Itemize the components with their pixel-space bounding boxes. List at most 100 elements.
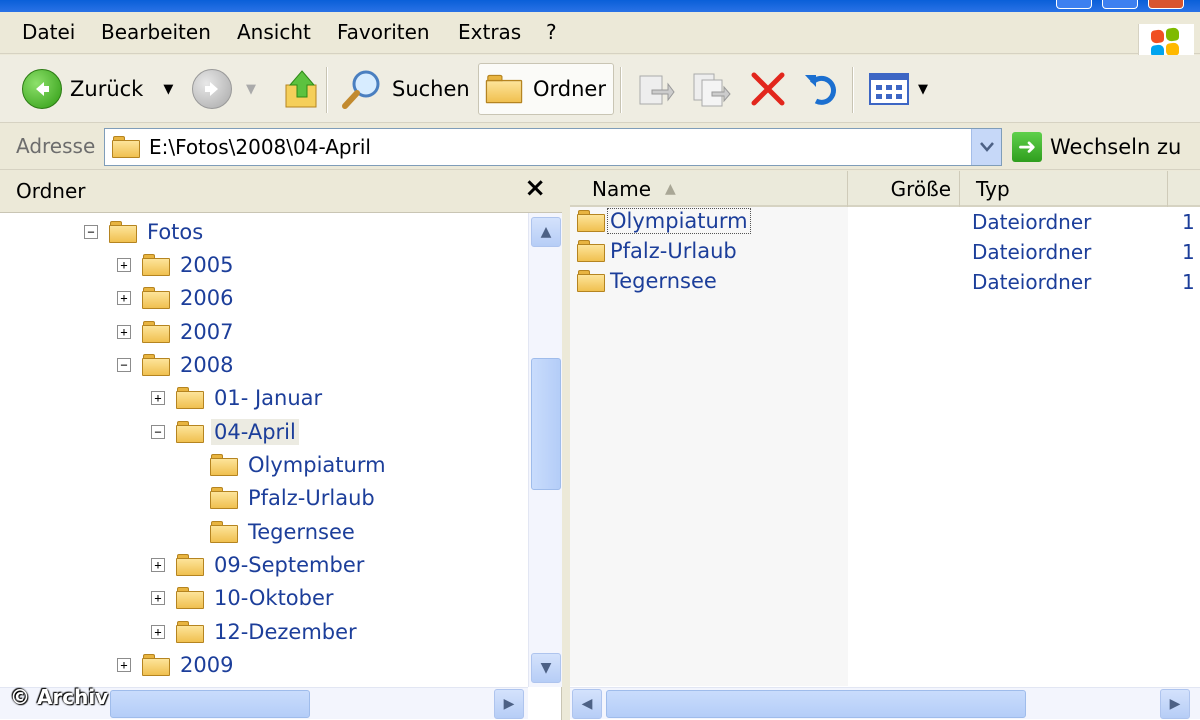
address-bar: Adresse E:\Fotos\2008\04-April ➜ Wechsel…: [0, 124, 1200, 170]
copy-to-icon: [693, 73, 731, 107]
expand-toggle[interactable]: +: [117, 258, 131, 272]
folder-icon: [576, 239, 606, 263]
forward-arrow-icon: [192, 69, 232, 109]
chevron-right-icon: ▶: [1169, 696, 1181, 712]
chevron-up-icon: ▲: [540, 224, 552, 240]
tree-node-2008[interactable]: − 2008: [117, 350, 236, 380]
folder-icon: [141, 653, 171, 677]
scroll-right-button[interactable]: ▶: [1160, 689, 1190, 719]
file-list-pane: Name ▲ Größe Typ Olympiaturm Dateiordner…: [570, 171, 1200, 720]
menu-ansicht[interactable]: Ansicht: [237, 20, 311, 44]
back-dropdown-icon[interactable]: ▼: [163, 82, 173, 97]
folder-icon: [209, 453, 239, 477]
h-scroll-thumb[interactable]: [110, 690, 310, 718]
expand-toggle[interactable]: +: [151, 391, 165, 405]
views-dropdown-icon[interactable]: ▼: [918, 82, 928, 97]
folder-icon: [141, 320, 171, 344]
expand-toggle[interactable]: +: [117, 325, 131, 339]
folder-icon: [175, 553, 205, 577]
scroll-down-button[interactable]: ▼: [531, 653, 561, 683]
close-pane-icon[interactable]: ×: [524, 173, 546, 203]
expand-toggle[interactable]: +: [151, 625, 165, 639]
tree-node-april[interactable]: − 04-April: [151, 417, 299, 447]
window-title-bar: [0, 0, 1200, 12]
search-button[interactable]: Suchen: [334, 63, 476, 115]
menu-bar: Datei Bearbeiten Ansicht Favoriten Extra…: [0, 12, 1200, 66]
copyright-watermark: © Archiv: [10, 685, 109, 709]
tree-node-2005[interactable]: + 2005: [117, 250, 236, 280]
tree-vertical-scrollbar[interactable]: ▲ ▼: [528, 213, 562, 687]
address-dropdown-button[interactable]: [971, 129, 1001, 165]
address-path: E:\Fotos\2008\04-April: [149, 135, 371, 159]
collapse-toggle[interactable]: −: [151, 425, 165, 439]
search-icon: [342, 70, 380, 109]
tree-node-oktober[interactable]: + 10-Oktober: [151, 583, 337, 613]
tree-node-olympiaturm[interactable]: Olympiaturm: [185, 450, 389, 480]
back-button[interactable]: Zurück ▼: [16, 63, 179, 115]
folders-button[interactable]: Ordner: [478, 63, 614, 115]
forward-button[interactable]: ▼: [186, 63, 262, 115]
move-to-button[interactable]: [628, 63, 682, 115]
column-name-header[interactable]: Name ▲: [570, 171, 848, 207]
folder-icon: [209, 486, 239, 510]
expand-toggle[interactable]: +: [151, 558, 165, 572]
undo-button[interactable]: [796, 63, 848, 115]
tree-node-dezember[interactable]: + 12-Dezember: [151, 617, 360, 647]
folder-icon: [576, 269, 606, 293]
tree-node-tegernsee[interactable]: Tegernsee: [185, 517, 358, 547]
chevron-down-icon: [979, 142, 994, 152]
folder-pane-title: Ordner: [16, 179, 86, 203]
folder-icon: [485, 73, 524, 104]
folder-icon: [175, 586, 205, 610]
scroll-left-button[interactable]: ◀: [572, 689, 602, 719]
h-scroll-thumb[interactable]: [606, 690, 1026, 718]
scroll-thumb[interactable]: [531, 358, 561, 490]
go-button[interactable]: ➜ Wechseln zu: [1012, 130, 1181, 164]
menu-help[interactable]: ?: [546, 20, 557, 44]
menu-extras[interactable]: Extras: [458, 20, 521, 44]
views-button[interactable]: ▼: [862, 63, 934, 115]
tree-node-september[interactable]: + 09-September: [151, 550, 367, 580]
forward-dropdown-icon[interactable]: ▼: [246, 82, 256, 97]
tree-node-2009[interactable]: + 2009: [117, 650, 236, 680]
list-item[interactable]: Pfalz-Urlaub Dateiordner 1: [570, 237, 1200, 267]
undo-icon: [805, 75, 836, 105]
column-type-header[interactable]: Typ: [960, 171, 1168, 207]
tree-node-pfalz-urlaub[interactable]: Pfalz-Urlaub: [185, 483, 378, 513]
folder-icon: [141, 353, 171, 377]
collapse-toggle[interactable]: −: [117, 358, 131, 372]
scroll-right-button[interactable]: ▶: [494, 689, 524, 719]
column-header-row: Name ▲ Größe Typ: [570, 171, 1200, 207]
list-item[interactable]: Olympiaturm Dateiordner 1: [570, 207, 1200, 237]
up-folder-button[interactable]: [276, 63, 328, 115]
folder-tree-pane: Ordner × − Fotos + 2005 + 2006 + 2007 − …: [0, 171, 562, 720]
tree-node-januar[interactable]: + 01- Januar: [151, 383, 325, 413]
folder-icon: [175, 386, 205, 410]
delete-button[interactable]: [742, 63, 794, 115]
folder-tree: − Fotos + 2005 + 2006 + 2007 − 2008 + 01…: [0, 213, 528, 687]
chevron-down-icon: ▼: [540, 660, 552, 676]
expand-toggle[interactable]: +: [117, 658, 131, 672]
address-input[interactable]: E:\Fotos\2008\04-April: [104, 128, 1002, 166]
go-arrow-icon: ➜: [1012, 132, 1042, 162]
minimize-button[interactable]: [1056, 0, 1092, 9]
maximize-button[interactable]: [1102, 0, 1138, 9]
tree-node-2007[interactable]: + 2007: [117, 317, 236, 347]
column-size-header[interactable]: Größe: [848, 171, 960, 207]
list-item[interactable]: Tegernsee Dateiordner 1: [570, 267, 1200, 297]
expand-toggle[interactable]: +: [117, 291, 131, 305]
scroll-up-button[interactable]: ▲: [531, 217, 561, 247]
list-horizontal-scrollbar[interactable]: ◀ ▶: [570, 687, 1200, 719]
menu-bearbeiten[interactable]: Bearbeiten: [101, 20, 211, 44]
menu-datei[interactable]: Datei: [22, 20, 75, 44]
folder-icon: [141, 286, 171, 310]
copy-to-button[interactable]: [684, 63, 738, 115]
collapse-toggle[interactable]: −: [84, 225, 98, 239]
menu-favoriten[interactable]: Favoriten: [337, 20, 430, 44]
tree-node-2006[interactable]: + 2006: [117, 283, 236, 313]
tree-node-fotos[interactable]: − Fotos: [84, 217, 206, 247]
expand-toggle[interactable]: +: [151, 591, 165, 605]
close-window-button[interactable]: [1148, 0, 1184, 9]
move-to-icon: [639, 75, 675, 105]
views-icon: [869, 73, 909, 105]
